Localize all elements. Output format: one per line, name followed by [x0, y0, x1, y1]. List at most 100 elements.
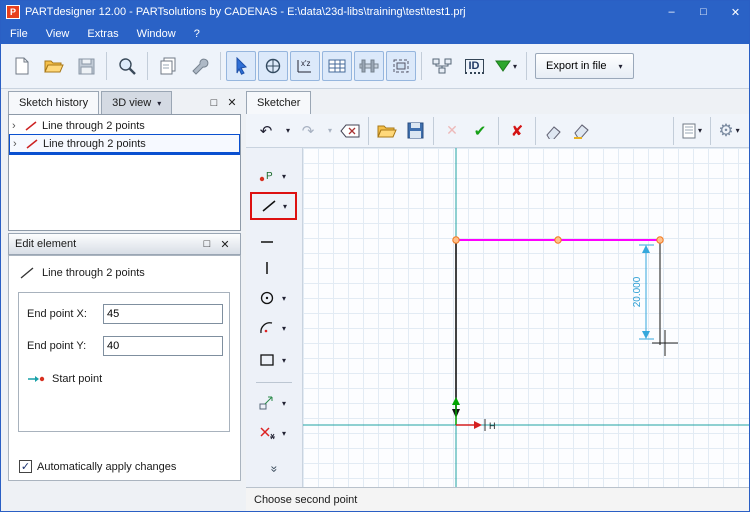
save-button[interactable] [71, 51, 101, 81]
line-tool-button[interactable]: ▾ [250, 192, 297, 220]
views-button[interactable] [153, 51, 183, 81]
menu-window[interactable]: Window [128, 23, 185, 44]
new-document-icon [15, 57, 29, 75]
svg-text:P: P [266, 171, 273, 182]
history-panel-float-button[interactable]: □ [205, 91, 223, 114]
status-text: Choose second point [254, 493, 358, 506]
undo-dropdown[interactable]: ▾ [282, 118, 292, 144]
open-button[interactable] [39, 51, 69, 81]
dimension-text: 20.000 [632, 276, 643, 307]
history-panel-close-button[interactable]: ✕ [223, 91, 241, 114]
sketch-canvas[interactable]: 20.000 H [303, 148, 749, 487]
arc-tool-dropdown[interactable]: ▾ [282, 316, 294, 340]
circle-tool-button[interactable] [254, 286, 280, 310]
grid-icon [328, 59, 346, 73]
toolbar-separator [106, 52, 107, 80]
sketch-point-end[interactable] [656, 236, 664, 244]
auto-apply-checkbox[interactable]: ✓ [19, 460, 32, 473]
apply-button[interactable]: ✔ [468, 118, 492, 144]
point-tool-dropdown[interactable]: ▾ [282, 164, 294, 188]
transform-tool-dropdown[interactable]: ▾ [282, 391, 294, 415]
link-structure-button[interactable] [427, 51, 457, 81]
minimize-button[interactable]: – [658, 1, 685, 23]
redo-dropdown[interactable]: ▾ [324, 118, 334, 144]
page-options-button[interactable]: ▾ [680, 118, 704, 144]
select-mode-button[interactable] [226, 51, 256, 81]
expander-icon[interactable]: › [12, 120, 20, 132]
svg-text:x'z: x'z [301, 59, 311, 68]
redo-button[interactable]: ↷ [296, 118, 320, 144]
menu-file[interactable]: File [1, 23, 37, 44]
wrench-icon [192, 58, 209, 75]
save-sketch-button[interactable] [403, 118, 427, 144]
endpoint-x-input[interactable] [103, 304, 223, 324]
tools-button[interactable] [185, 51, 215, 81]
transform-tool-button[interactable] [254, 391, 280, 415]
auto-apply-row[interactable]: ✓ Automatically apply changes [19, 460, 176, 473]
edit-panel-close-button[interactable]: ✕ [216, 233, 234, 256]
sketch-mode-button[interactable] [258, 51, 288, 81]
horizontal-line-icon [261, 241, 273, 243]
color-mode-button[interactable]: ▾ [491, 51, 521, 81]
save-floppy-icon [78, 58, 94, 74]
page-icon [682, 123, 696, 138]
endpoint-y-input[interactable] [103, 336, 223, 356]
chevron-down-icon[interactable]: ▾ [157, 99, 161, 108]
history-item-selected[interactable]: › Line through 2 points [9, 134, 240, 155]
menu-extras[interactable]: Extras [78, 23, 127, 44]
toolbar-separator [526, 52, 527, 80]
sketcher-tabrow: Sketcher [246, 91, 749, 114]
measure-button[interactable] [354, 51, 384, 81]
close-button[interactable]: ✕ [722, 1, 749, 23]
delete-last-button[interactable] [338, 118, 362, 144]
line-icon [20, 267, 34, 279]
tab-3d-view[interactable]: 3D view ▾ [101, 91, 173, 114]
delete-point-tool-button[interactable] [254, 421, 280, 445]
erase-element-button[interactable] [570, 118, 594, 144]
menu-view[interactable]: View [37, 23, 79, 44]
load-sketch-button[interactable] [375, 118, 399, 144]
arc-tool-button[interactable] [254, 316, 280, 340]
transform-icon [259, 396, 273, 410]
history-item[interactable]: › Line through 2 points [9, 117, 240, 134]
new-button[interactable] [7, 51, 37, 81]
sketch-tool-strip: P ▾ ▾ ▾ ▾ ▾ ▾ ▾ » [246, 148, 303, 487]
line-tool-dropdown[interactable]: ▾ [283, 202, 287, 211]
cross-pale-icon: ✕ [446, 122, 458, 138]
undo-button[interactable]: ↶ [254, 118, 278, 144]
horizontal-line-tool-button[interactable] [254, 230, 280, 254]
sketch-point-mid[interactable] [554, 236, 562, 244]
rectangle-tool-dropdown[interactable]: ▾ [282, 348, 294, 372]
rectangle-tool-button[interactable] [254, 348, 280, 372]
expander-icon[interactable]: › [13, 138, 21, 150]
chevron-down-icon[interactable]: ▾ [513, 62, 517, 71]
point-tool-button[interactable]: P [254, 164, 280, 188]
vertical-line-tool-button[interactable] [254, 256, 280, 280]
line-icon [26, 138, 38, 149]
toolbar-separator [710, 116, 711, 145]
maximize-button[interactable]: □ [690, 1, 717, 23]
grid-table-button[interactable] [322, 51, 352, 81]
export-in-file-button[interactable]: Export in file ▾ [535, 53, 634, 79]
dimension-annotation[interactable]: 20.000 [632, 244, 654, 340]
menu-help[interactable]: ? [185, 23, 209, 44]
erase-button[interactable] [542, 118, 566, 144]
selection-frame-icon [393, 59, 409, 73]
sketch-point-start[interactable] [452, 236, 460, 244]
green-triangle-icon [495, 60, 511, 72]
coordinate-system-button[interactable]: x'z [290, 51, 320, 81]
zoom-button[interactable] [112, 51, 142, 81]
tab-sketcher[interactable]: Sketcher [246, 91, 312, 114]
tab-sketch-history[interactable]: Sketch history [8, 91, 100, 114]
edit-panel-float-button[interactable]: □ [198, 233, 216, 256]
delete-point-tool-dropdown[interactable]: ▾ [282, 421, 294, 445]
circle-tool-dropdown[interactable]: ▾ [282, 286, 294, 310]
rectangle-icon [260, 354, 274, 366]
settings-button[interactable]: ⚙ ▾ [717, 118, 741, 144]
more-tools-button[interactable]: » [246, 462, 303, 476]
start-point-row[interactable]: Start point [27, 373, 102, 385]
parameters-groupbox: End point X: End point Y: Start point [18, 292, 230, 432]
close-sketch-button[interactable]: ✘ [505, 118, 529, 144]
frame-button[interactable] [386, 51, 416, 81]
id-button[interactable]: ID [459, 51, 489, 81]
